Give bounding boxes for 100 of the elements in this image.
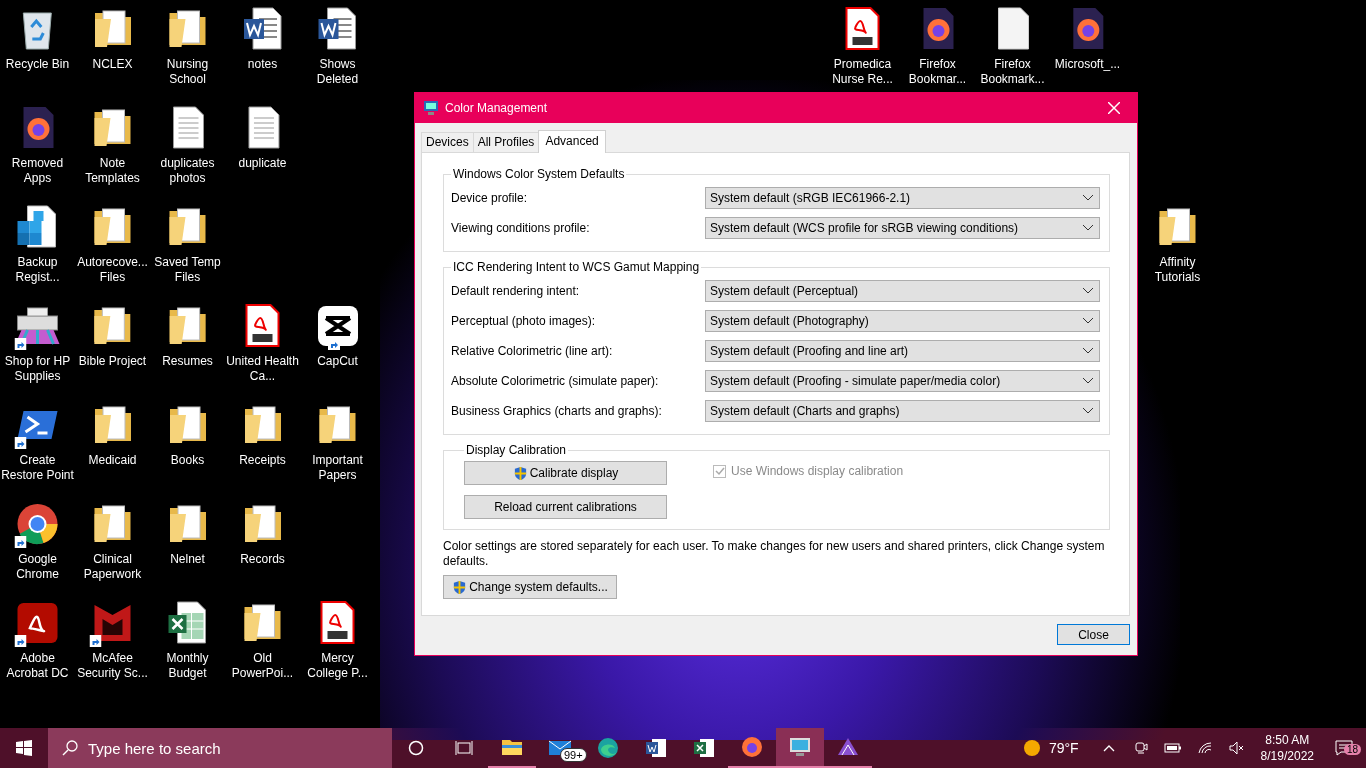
desktop-shortcut[interactable]: Create Restore Point (0, 401, 75, 483)
weather-temperature[interactable]: 79°F (1048, 740, 1079, 756)
desktop-shortcut[interactable]: Firefox Bookmar... (900, 5, 975, 87)
desktop-shortcut[interactable]: Removed Apps (0, 104, 75, 186)
desktop-shortcut[interactable]: Books (163, 401, 212, 468)
desktop-shortcut[interactable]: Old PowerPoi... (225, 599, 300, 681)
desktop-shortcut[interactable]: Shop for HP Supplies (0, 302, 75, 384)
dropdown[interactable]: System default (Proofing - simulate paper/media color) (705, 370, 1100, 392)
desktop-shortcut[interactable]: Google Chrome (0, 500, 75, 582)
dropdown[interactable]: System default (sRGB IEC61966-2.1) (705, 187, 1100, 209)
chevron-down-icon (1083, 408, 1093, 414)
windows-logo-icon (16, 740, 32, 756)
shortcut-label: notes (247, 57, 278, 72)
unread-count-badge: 99+ (560, 748, 587, 762)
desktop-shortcut[interactable]: Affinity Tutorials (1140, 203, 1215, 285)
desktop-shortcut[interactable]: Monthly Budget (150, 599, 225, 681)
shortcut-label: Shows Deleted (315, 57, 360, 87)
firefox-icon (740, 735, 764, 759)
shortcut-label: Resumes (162, 354, 213, 369)
dropdown[interactable]: System default (WCS profile for sRGB viewing conditions) (705, 217, 1100, 239)
desktop-shortcut[interactable]: Mercy College P... (300, 599, 375, 681)
shortcut-label: Clinical Paperwork (82, 552, 143, 582)
task-view-icon (455, 740, 473, 756)
desktop-shortcut[interactable]: Autorecove... Files (75, 203, 150, 285)
desktop-shortcut[interactable]: Nursing School (150, 5, 225, 87)
shortcut-label: Shop for HP Supplies (3, 354, 72, 384)
chevron-down-icon (1083, 318, 1093, 324)
shortcut-label: Autorecove... Files (76, 255, 149, 285)
shortcut-label: Important Papers (311, 453, 364, 483)
desktop-shortcut[interactable]: Nelnet (163, 500, 212, 567)
dropdown[interactable]: System default (Proofing and line art) (705, 340, 1100, 362)
desktop-shortcut[interactable]: Note Templates (75, 104, 150, 186)
chevron-down-icon (1083, 348, 1093, 354)
desktop-shortcut[interactable]: Clinical Paperwork (75, 500, 150, 582)
clock[interactable]: 8:50 AM 8/19/2022 (1252, 732, 1322, 764)
shortcut-label: NCLEX (92, 57, 133, 72)
reload-calibrations-button[interactable]: Reload current calibrations (464, 495, 667, 519)
desktop-shortcut[interactable]: Shows Deleted (300, 5, 375, 87)
shortcut-label: Books (170, 453, 205, 468)
search-field[interactable]: Type here to search (48, 728, 392, 768)
shortcut-label: Promedica Nurse Re... (831, 57, 894, 87)
shortcut-label: Firefox Bookmar... (907, 57, 968, 87)
close-icon (1108, 102, 1120, 114)
desktop-shortcut[interactable]: Promedica Nurse Re... (825, 5, 900, 87)
edge-icon (596, 736, 620, 760)
desktop-shortcut[interactable]: United Health Ca... (225, 302, 300, 384)
desktop-shortcut[interactable]: Bible Project (78, 302, 147, 369)
shortcut-label: Receipts (239, 453, 286, 468)
monitor-icon (423, 100, 439, 116)
desktop-shortcut[interactable]: NCLEX (88, 5, 137, 72)
dropdown[interactable]: System default (Charts and graphs) (705, 400, 1100, 422)
shortcut-label: Nursing School (165, 57, 210, 87)
excel-icon (692, 736, 716, 760)
tab[interactable]: Devices (421, 132, 474, 152)
desktop-shortcut[interactable]: Medicaid (88, 401, 137, 468)
shortcut-label: Google Chrome (15, 552, 60, 582)
field-label: Perceptual (photo images): (451, 314, 597, 328)
field-label: Viewing conditions profile: (451, 221, 591, 235)
info-text: Color settings are stored separately for each user. To make changes for new users and shared printers, click Change system defaults. (443, 539, 1106, 569)
desktop-shortcut[interactable]: notes (238, 5, 287, 72)
desktop-shortcut[interactable]: Resumes (162, 302, 213, 369)
desktop-shortcut[interactable]: Adobe Acrobat DC (0, 599, 75, 681)
shortcut-label: Saved Temp Files (153, 255, 222, 285)
close-button[interactable]: Close (1057, 624, 1130, 645)
tab[interactable]: Advanced (538, 130, 606, 153)
shortcut-label: Microsoft_... (1054, 57, 1121, 72)
field-label: Business Graphics (charts and graphs): (451, 404, 663, 418)
chevron-down-icon (1083, 378, 1093, 384)
chevron-down-icon (1083, 288, 1093, 294)
desktop-shortcut[interactable]: Records (238, 500, 287, 567)
desktop-shortcut[interactable]: CapCut (313, 302, 362, 369)
desktop-shortcut[interactable]: Important Papers (300, 401, 375, 483)
circle-icon (408, 740, 424, 756)
taskbar-app[interactable]: 99+ (536, 728, 584, 768)
change-system-defaults-button[interactable]: Change system defaults... (443, 575, 617, 599)
dropdown[interactable]: System default (Perceptual) (705, 280, 1100, 302)
desktop-shortcut[interactable]: McAfee Security Sc... (75, 599, 150, 681)
desktop-shortcut[interactable]: Saved Temp Files (150, 203, 225, 285)
desktop-shortcut[interactable]: duplicates photos (150, 104, 225, 186)
desktop-shortcut[interactable]: Microsoft_... (1054, 5, 1121, 72)
shortcut-label: Affinity Tutorials (1153, 255, 1202, 285)
shortcut-label: Backup Regist... (14, 255, 61, 285)
desktop-shortcut[interactable]: Recycle Bin (5, 5, 70, 72)
desktop-shortcut[interactable]: Firefox Bookmark... (975, 5, 1050, 87)
desktop-shortcut[interactable]: Backup Regist... (0, 203, 75, 285)
shield-icon (512, 465, 528, 481)
notifications-button[interactable]: 18 (1322, 728, 1366, 768)
dropdown[interactable]: System default (Photography) (705, 310, 1100, 332)
group-title: Display Calibration (465, 443, 568, 457)
calibrate-display-button[interactable]: Calibrate display (464, 461, 667, 485)
shortcut-label: Monthly Budget (165, 651, 210, 681)
field-label: Relative Colorimetric (line art): (451, 344, 614, 358)
desktop-shortcut[interactable]: duplicate (238, 104, 287, 171)
shortcut-label: Nelnet (170, 552, 205, 567)
sun-icon (1022, 739, 1041, 757)
desktop-shortcut[interactable]: Receipts (238, 401, 287, 468)
shortcut-label: United Health Ca... (225, 354, 300, 384)
taskbar-app[interactable] (776, 728, 824, 768)
shortcut-label: Note Templates (84, 156, 141, 186)
shortcut-label: Recycle Bin (5, 57, 70, 72)
